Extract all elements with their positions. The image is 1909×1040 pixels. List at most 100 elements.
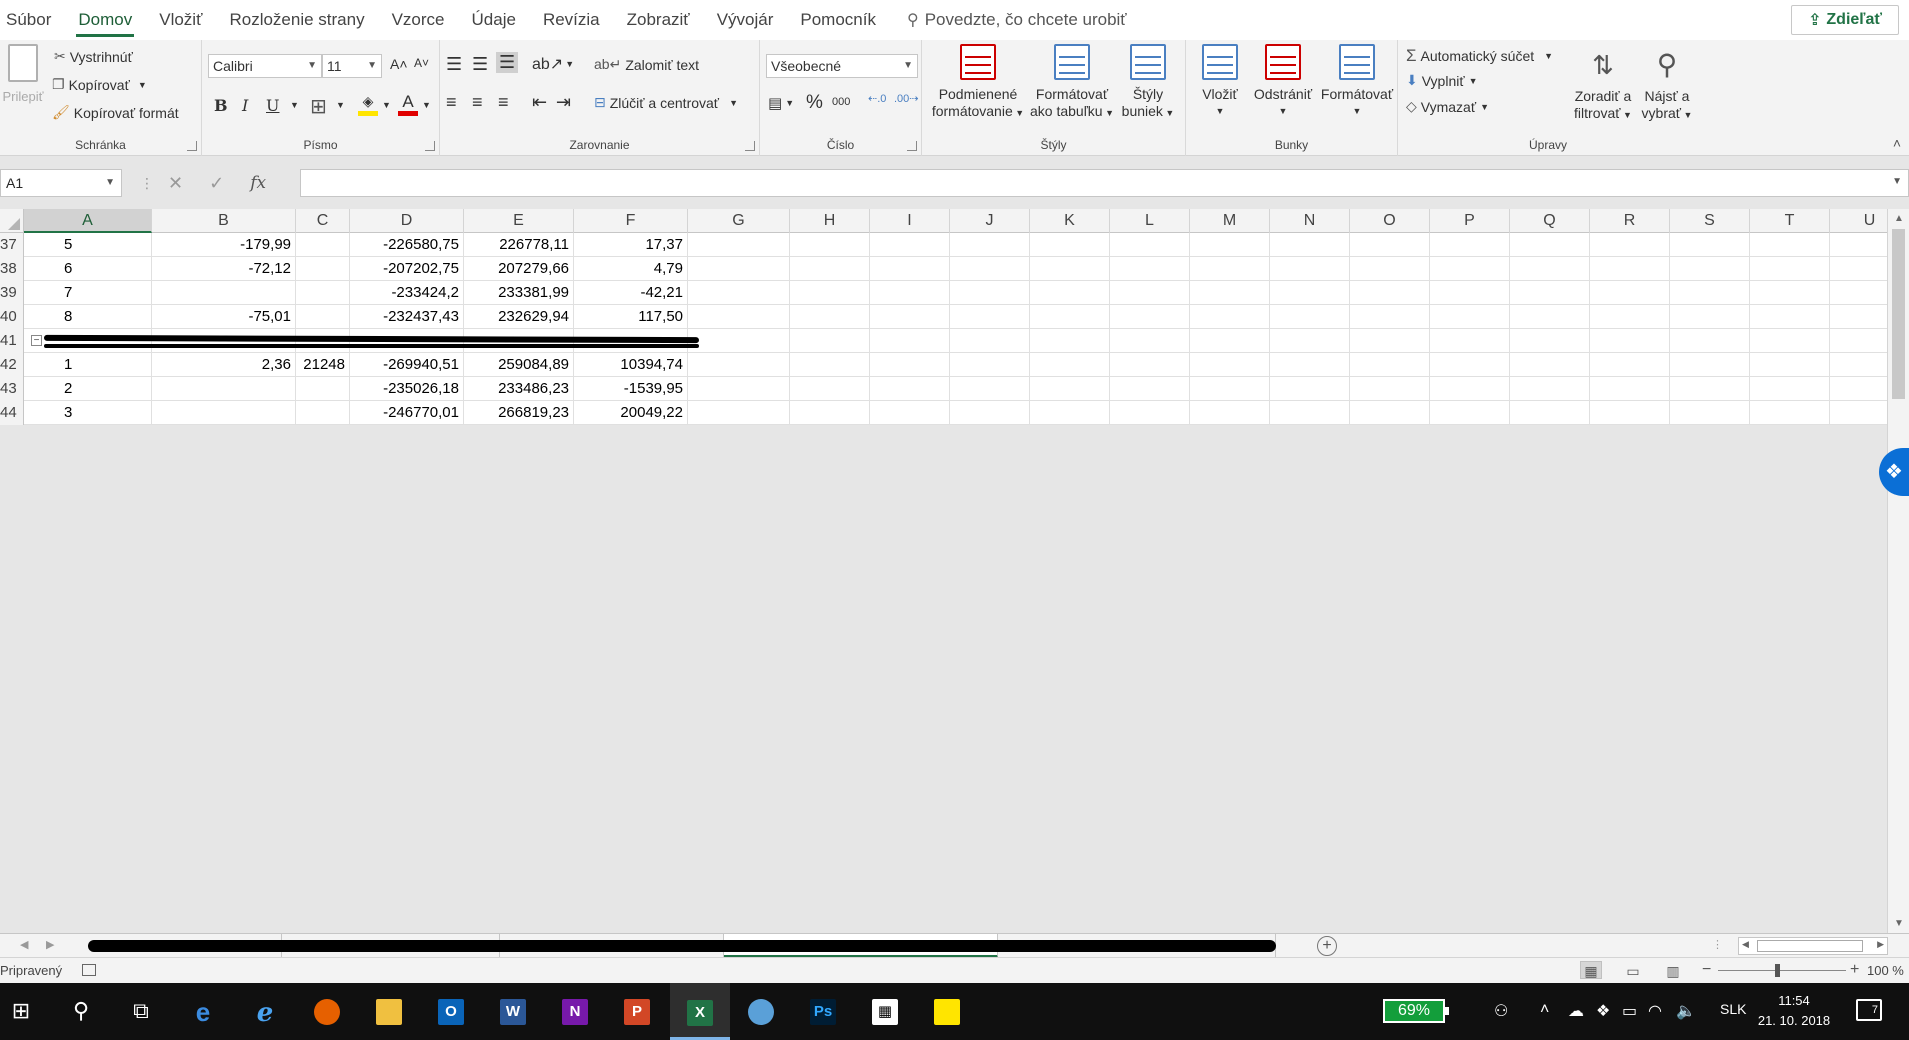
column-header-s[interactable]: S [1670, 209, 1750, 233]
battery-indicator[interactable]: 69% [1383, 999, 1449, 1023]
cell-d42[interactable]: -269940,51 [350, 353, 464, 377]
row-header[interactable]: 44 [0, 401, 24, 425]
cell-t40[interactable] [1750, 305, 1830, 329]
scroll-up-icon[interactable]: ▲ [1894, 213, 1904, 224]
cell-a44[interactable]: 3 [24, 401, 152, 425]
cell-n43[interactable] [1270, 377, 1350, 401]
cell-p43[interactable] [1430, 377, 1510, 401]
cell-o43[interactable] [1350, 377, 1430, 401]
cell-j37[interactable] [950, 233, 1030, 257]
cell-g42[interactable] [688, 353, 790, 377]
column-header-d[interactable]: D [350, 209, 464, 233]
cell-g43[interactable] [688, 377, 790, 401]
cell-j38[interactable] [950, 257, 1030, 281]
row-header[interactable]: 41 [0, 329, 24, 353]
cell-e42[interactable]: 259084,89 [464, 353, 574, 377]
cell-k39[interactable] [1030, 281, 1110, 305]
cell-d39[interactable]: -233424,2 [350, 281, 464, 305]
paint-icon[interactable] [742, 992, 780, 1030]
cell-r39[interactable] [1590, 281, 1670, 305]
cell-m40[interactable] [1190, 305, 1270, 329]
chevron-down-icon[interactable]: ▼ [336, 100, 345, 110]
cell-n44[interactable] [1270, 401, 1350, 425]
align-bottom-icon[interactable]: ☰ [496, 52, 519, 73]
horizontal-scrollbar[interactable]: ◀ ▶ [1738, 937, 1888, 955]
cell-p40[interactable] [1430, 305, 1510, 329]
row-header[interactable]: 43 [0, 377, 24, 401]
cell-p41[interactable] [1430, 329, 1510, 353]
cell-p38[interactable] [1430, 257, 1510, 281]
tab-file[interactable]: Súbor [6, 0, 51, 40]
zoom-level[interactable]: 100 % [1867, 963, 1904, 978]
row-header[interactable]: 38 [0, 257, 24, 281]
cell-k40[interactable] [1030, 305, 1110, 329]
cancel-icon[interactable]: ✕ [168, 173, 183, 194]
column-header-f[interactable]: F [574, 209, 688, 233]
row-header[interactable]: 40 [0, 305, 24, 329]
tab-data[interactable]: Údaje [472, 0, 516, 40]
cell-c38[interactable] [296, 257, 350, 281]
word-icon[interactable]: W [494, 992, 532, 1030]
collapse-ribbon-icon[interactable]: ˄ [1893, 135, 1901, 151]
cell-k37[interactable] [1030, 233, 1110, 257]
cell-q44[interactable] [1510, 401, 1590, 425]
cell-d40[interactable]: -232437,43 [350, 305, 464, 329]
cell-g41[interactable] [688, 329, 790, 353]
cell-q37[interactable] [1510, 233, 1590, 257]
cell-i41[interactable] [870, 329, 950, 353]
cell-j44[interactable] [950, 401, 1030, 425]
shrink-font-button[interactable]: A˅ [414, 56, 429, 70]
fill-button[interactable]: ⬇ Vyplniť ▼ [1406, 72, 1478, 89]
cell-i44[interactable] [870, 401, 950, 425]
scroll-down-icon[interactable]: ▼ [1894, 918, 1904, 929]
cell-l44[interactable] [1110, 401, 1190, 425]
tab-insert[interactable]: Vložiť [159, 0, 202, 40]
onedrive-icon[interactable]: ☁ [1568, 1001, 1584, 1021]
cell-l43[interactable] [1110, 377, 1190, 401]
cell-e43[interactable]: 233486,23 [464, 377, 574, 401]
cell-h43[interactable] [790, 377, 870, 401]
cell-e37[interactable]: 226778,11 [464, 233, 574, 257]
cell-h39[interactable] [790, 281, 870, 305]
scroll-thumb[interactable] [1757, 940, 1863, 952]
cell-g37[interactable] [688, 233, 790, 257]
row-header[interactable]: 39 [0, 281, 24, 305]
sort-filter-button[interactable]: ⇅ Zoradiť a filtrovať ▼ [1566, 44, 1640, 124]
cell-g44[interactable] [688, 401, 790, 425]
cell-l41[interactable] [1110, 329, 1190, 353]
format-as-table-button[interactable]: Formátovať ako tabuľku ▼ [1030, 44, 1114, 122]
cut-button[interactable]: ✂ Vystrihnúť [54, 48, 133, 65]
file-explorer-icon[interactable] [370, 992, 408, 1030]
cell-n37[interactable] [1270, 233, 1350, 257]
zoom-in-icon[interactable]: + [1850, 961, 1859, 979]
cell-l40[interactable] [1110, 305, 1190, 329]
prev-sheet-icon[interactable]: ◀ [20, 938, 28, 951]
cell-k41[interactable] [1030, 329, 1110, 353]
cell-n39[interactable] [1270, 281, 1350, 305]
underline-button[interactable]: U [266, 96, 279, 115]
cell-p42[interactable] [1430, 353, 1510, 377]
cell-k38[interactable] [1030, 257, 1110, 281]
normal-view-icon[interactable]: ▦ [1580, 961, 1602, 979]
tab-developer[interactable]: Vývojár [717, 0, 774, 40]
powerpoint-icon[interactable]: P [618, 992, 656, 1030]
cell-f43[interactable]: -1539,95 [574, 377, 688, 401]
action-center-icon[interactable]: 7 [1856, 999, 1882, 1021]
cell-r38[interactable] [1590, 257, 1670, 281]
align-center-icon[interactable]: ≡ [472, 92, 483, 113]
cell-l38[interactable] [1110, 257, 1190, 281]
row-header[interactable]: 37 [0, 233, 24, 257]
language-indicator[interactable]: SLK [1720, 1001, 1746, 1017]
cell-a40[interactable]: 8 [24, 305, 152, 329]
outlook-icon[interactable]: O [432, 992, 470, 1030]
cell-r41[interactable] [1590, 329, 1670, 353]
cell-c40[interactable] [296, 305, 350, 329]
conditional-formatting-button[interactable]: Podmienené formátovanie ▼ [928, 44, 1028, 122]
page-layout-view-icon[interactable]: ▭ [1622, 961, 1644, 979]
cell-e39[interactable]: 233381,99 [464, 281, 574, 305]
column-header-a[interactable]: A [24, 209, 152, 233]
format-painter-button[interactable]: 🖌 Kopírovať formát [52, 104, 179, 121]
number-format-select[interactable]: Všeobecné ▼ [766, 54, 918, 78]
onenote-icon[interactable]: N [556, 992, 594, 1030]
chevron-down-icon[interactable]: ▼ [382, 100, 391, 110]
